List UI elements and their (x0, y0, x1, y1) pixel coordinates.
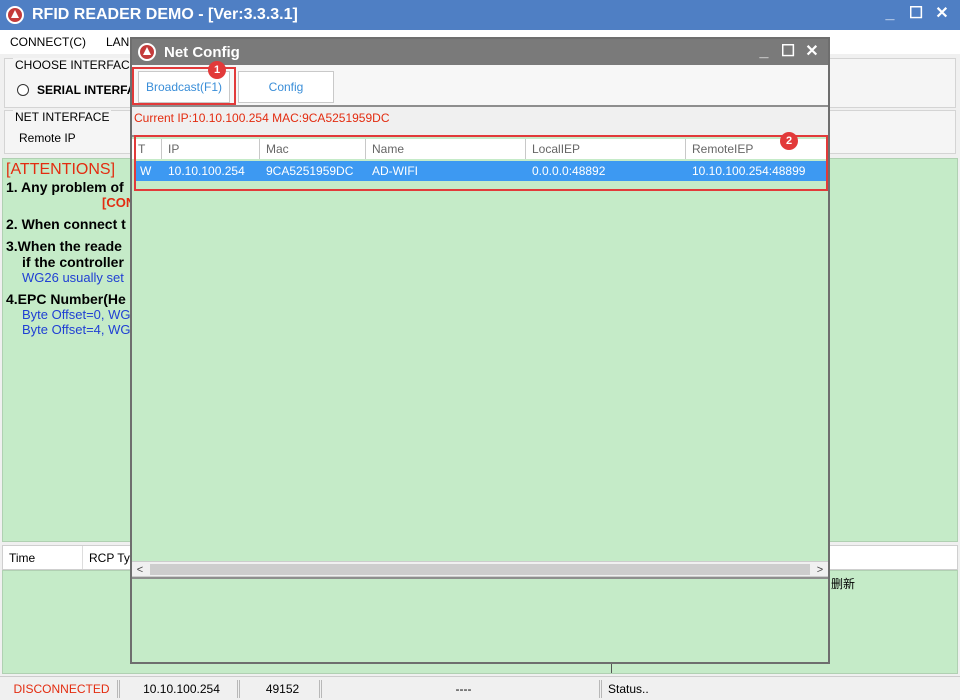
step-badge-2: 2 (780, 132, 798, 150)
net-config-dialog: Net Config _ ☐ ✕ Broadcast(F1) Config 1 … (130, 37, 830, 664)
minimize-icon[interactable]: _ (880, 4, 900, 24)
device-grid: T IP Mac Name LocalIEP RemoteIEP W 10.10… (132, 132, 828, 577)
window-controls: _ ☐ ✕ (880, 4, 952, 24)
statusbar: DISCONNECTED 10.10.100.254 49152 ---- St… (0, 676, 960, 700)
serial-interface-option[interactable]: SERIAL INTERFA (17, 83, 135, 97)
close-icon[interactable]: ✕ (932, 4, 952, 24)
dialog-close-icon[interactable]: ✕ (802, 42, 822, 62)
log-col-time[interactable]: Time (3, 546, 83, 569)
window-title: RFID READER DEMO - [Ver:3.3.3.1] (32, 6, 298, 23)
dialog-logo-icon (138, 43, 156, 61)
status-port: 49152 (240, 679, 322, 698)
dialog-minimize-icon[interactable]: _ (754, 42, 774, 62)
serial-interface-label: SERIAL INTERFA (37, 83, 136, 97)
app-logo-icon (6, 6, 24, 24)
menu-language[interactable]: LAN (106, 35, 129, 49)
dialog-bottom-panel (132, 577, 828, 662)
highlight-box-2 (134, 135, 828, 191)
menu-connect[interactable]: CONNECT(C) (10, 35, 86, 49)
maximize-icon[interactable]: ☐ (906, 4, 926, 24)
dialog-maximize-icon[interactable]: ☐ (778, 42, 798, 62)
horizontal-scrollbar[interactable]: < > (132, 561, 828, 577)
config-button[interactable]: Config (238, 71, 334, 103)
choose-interface-legend: CHOOSE INTERFACE (13, 58, 140, 72)
dialog-toolbar: Broadcast(F1) Config 1 (132, 61, 828, 107)
dialog-controls: _ ☐ ✕ (754, 42, 822, 62)
scroll-right-icon[interactable]: > (812, 562, 828, 578)
remote-ip-label: Remote IP (19, 131, 76, 145)
current-ip-info: Current IP:10.10.100.254 MAC:9CA5251959D… (134, 111, 390, 125)
net-interface-legend: NET INTERFACE (13, 110, 112, 124)
dialog-title: Net Config (164, 43, 240, 61)
status-blank: ---- (322, 679, 602, 698)
status-text: Status.. (608, 681, 649, 696)
connection-status: DISCONNECTED (0, 679, 120, 698)
dialog-titlebar[interactable]: Net Config _ ☐ ✕ (132, 39, 828, 65)
main-titlebar: RFID READER DEMO - [Ver:3.3.3.1] _ ☐ ✕ (0, 0, 960, 30)
step-badge-1: 1 (208, 61, 226, 79)
log-fragment-text: 删新 (831, 577, 856, 591)
serial-radio[interactable] (17, 84, 29, 96)
scroll-thumb[interactable] (150, 564, 810, 575)
scroll-left-icon[interactable]: < (132, 562, 148, 578)
status-ip: 10.10.100.254 (120, 679, 240, 698)
